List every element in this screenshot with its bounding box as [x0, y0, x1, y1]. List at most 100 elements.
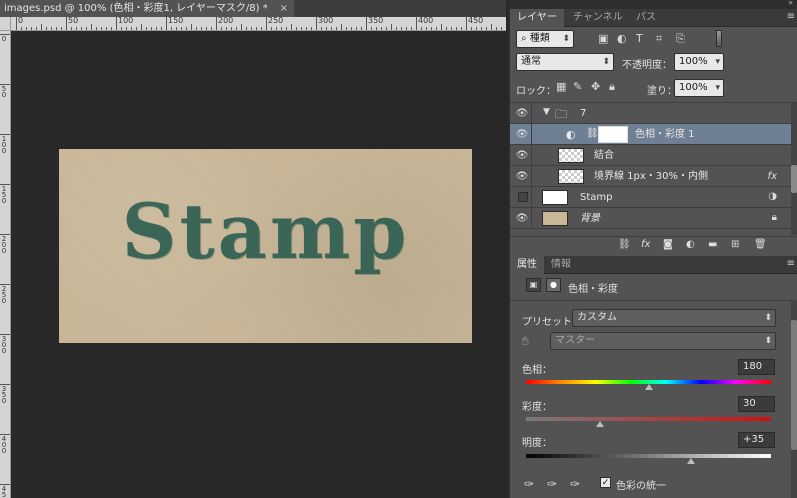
collapse-icon[interactable]: »: [788, 0, 793, 7]
layer-filter-dropdown[interactable]: ⌕ 種類 ⬍: [516, 30, 574, 48]
close-icon[interactable]: ×: [280, 0, 288, 17]
ruler-tick: [471, 27, 472, 30]
eye-icon[interactable]: 👁︎: [513, 146, 531, 165]
expand-triangle-icon[interactable]: ▼: [543, 107, 550, 117]
layer-row-background[interactable]: 👁︎ 背景 🔒︎: [510, 208, 793, 229]
tab-layers[interactable]: レイヤー: [510, 9, 564, 27]
filter-pixel-icon[interactable]: ▣: [598, 33, 608, 45]
ruler-label: 200: [218, 16, 234, 25]
layers-scrollbar[interactable]: [791, 103, 797, 235]
ruler-tick: [21, 27, 22, 30]
scrollbar-thumb[interactable]: [791, 165, 797, 193]
ruler-tick: [136, 27, 137, 30]
ruler-tick: [166, 16, 167, 30]
fill-field[interactable]: 100% ▾: [674, 79, 724, 97]
layer-mask-thumbnail[interactable]: [598, 126, 628, 143]
scrollbar-thumb[interactable]: [791, 320, 797, 450]
eye-icon[interactable]: 👁︎: [513, 209, 531, 228]
lightness-slider-track[interactable]: [526, 454, 771, 458]
panel-menu-icon[interactable]: ≡: [787, 11, 795, 22]
ruler-tick: [0, 134, 10, 135]
eyedropper-plus-icon[interactable]: ✑: [547, 477, 557, 491]
tab-info[interactable]: 情報: [544, 256, 578, 274]
document-canvas[interactable]: Stamp: [59, 149, 472, 343]
chevron-down-icon: ▾: [715, 83, 720, 93]
ruler-tick: [36, 27, 37, 30]
lock-all-icon[interactable]: 🔒︎: [609, 81, 615, 93]
ruler-tick: [496, 27, 497, 30]
horizontal-ruler[interactable]: 0 50 100 150 200 250 300 350 400 450: [11, 16, 506, 31]
canvas-area[interactable]: Stamp: [11, 31, 506, 498]
layer-filter-value: 種類: [529, 33, 550, 44]
saturation-slider-track[interactable]: [526, 417, 771, 421]
eyedropper-minus-icon[interactable]: ✑: [570, 477, 580, 491]
ruler-tick: [321, 27, 322, 30]
fx-icon[interactable]: fx: [768, 166, 777, 187]
tab-info-label: 情報: [551, 259, 571, 270]
properties-scrollbar[interactable]: [791, 300, 797, 498]
ruler-tick: [381, 27, 382, 30]
ruler-tick: [231, 27, 232, 30]
channel-dropdown[interactable]: マスター ⬍: [550, 332, 776, 350]
link-layers-icon[interactable]: ⛓︎: [618, 239, 631, 250]
preset-dropdown[interactable]: カスタム ⬍: [572, 309, 776, 327]
link-icon[interactable]: ⛓︎: [586, 128, 599, 139]
tab-channels[interactable]: チャンネル: [566, 9, 630, 27]
ruler-tick: [76, 27, 77, 30]
layer-row-group[interactable]: 👁︎ ▼ 🗀︎ 7: [510, 103, 793, 124]
new-group-icon[interactable]: ▬: [708, 239, 717, 250]
colorize-checkbox[interactable]: ✓: [600, 477, 611, 488]
ruler-tick: [61, 27, 62, 30]
blend-mode-dropdown[interactable]: 通常 ⬍: [516, 53, 614, 71]
filter-smart-object-icon[interactable]: ⎘: [676, 33, 685, 45]
document-tab-bar: images.psd @ 100% (色相・彩度1, レイヤーマスク/8) * …: [0, 0, 506, 17]
layer-thumbnail: [558, 169, 584, 184]
lightness-slider-thumb[interactable]: [687, 458, 696, 464]
layer-name: 7: [580, 108, 587, 119]
eye-icon[interactable]: 👁︎: [513, 125, 531, 144]
tab-paths[interactable]: パス: [629, 9, 663, 27]
eye-icon[interactable]: 👁︎: [513, 167, 531, 186]
hand-tool-icon[interactable]: ✋︎: [522, 334, 529, 349]
new-layer-icon[interactable]: ⊞: [731, 239, 739, 250]
saturation-input[interactable]: 30: [738, 396, 775, 412]
layer-row-border[interactable]: 👁︎ 境界線 1px・30%・内側 fx: [510, 166, 793, 187]
lock-paint-icon[interactable]: ✎: [573, 81, 582, 93]
ruler-tick: [221, 27, 222, 30]
ruler-origin[interactable]: [0, 17, 11, 31]
ruler-tick: [466, 16, 467, 30]
trash-icon[interactable]: 🗑︎: [754, 239, 767, 250]
hue-slider-thumb[interactable]: [644, 384, 653, 390]
layer-row-stamp[interactable]: Stamp ◑: [510, 187, 793, 208]
lock-transparency-icon[interactable]: ▦: [556, 81, 566, 93]
lightness-input[interactable]: +35: [738, 432, 775, 448]
layer-row-hue-saturation[interactable]: 👁︎ ◐ ⛓︎ 色相・彩度 1: [510, 124, 793, 145]
add-mask-icon[interactable]: ◙: [663, 239, 673, 250]
layer-row-merged[interactable]: 👁︎ 結合: [510, 145, 793, 166]
document-tab[interactable]: images.psd @ 100% (色相・彩度1, レイヤーマスク/8) * …: [0, 0, 294, 17]
adjustment-properties-icon[interactable]: ▣: [526, 278, 541, 292]
filter-shape-icon[interactable]: ⌗: [656, 33, 662, 45]
eyedropper-icon[interactable]: ✑: [524, 477, 534, 491]
layer-name: 境界線 1px・30%・内側: [594, 171, 709, 182]
lock-position-icon[interactable]: ✥: [591, 81, 600, 93]
saturation-slider-thumb[interactable]: [595, 421, 604, 427]
mask-properties-icon[interactable]: ●: [546, 278, 561, 292]
tab-properties[interactable]: 属性: [510, 256, 544, 274]
vertical-ruler[interactable]: 0 50 100 150 200 250 300 350 400 450: [0, 31, 11, 498]
visibility-checkbox[interactable]: [518, 192, 528, 202]
folder-icon: 🗀︎: [555, 107, 568, 121]
ruler-tick: [51, 27, 52, 30]
ruler-tick: [481, 27, 482, 30]
hue-input[interactable]: 180: [738, 359, 775, 375]
fx-icon[interactable]: fx: [641, 239, 650, 250]
filter-adjustment-icon[interactable]: ◐: [617, 33, 627, 45]
eye-icon[interactable]: 👁︎: [513, 104, 531, 123]
filter-type-icon[interactable]: T: [636, 33, 643, 45]
ruler-tick: [96, 27, 97, 30]
opacity-field[interactable]: 100% ▾: [674, 53, 724, 71]
new-adjustment-icon[interactable]: ◐: [686, 239, 695, 250]
filter-toggle-switch[interactable]: [716, 30, 722, 47]
panel-menu-icon[interactable]: ≡: [787, 258, 795, 269]
ruler-tick: [0, 334, 10, 335]
